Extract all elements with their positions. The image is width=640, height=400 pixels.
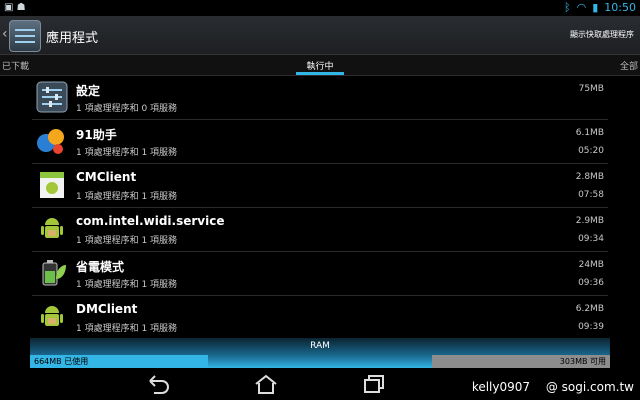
system-tray: ᛒ ◠ ▮ 10:50 [564, 1, 636, 14]
running-apps-list: 設定 1 項處理程序和 0 項服務 75MB 91助手 1 項處理程序和 1 項… [32, 76, 608, 340]
app-name: 設定 [76, 84, 101, 98]
app-uptime: 07:58 [578, 190, 604, 200]
list-item[interactable]: 省電模式 1 項處理程序和 1 項服務 24MB 09:36 [32, 252, 608, 296]
android-icon: ☗ [16, 2, 26, 13]
app-uptime: 09:39 [578, 322, 604, 332]
app-name: CMClient [76, 170, 137, 184]
bluetooth-icon: ᛒ [564, 1, 571, 14]
91-assistant-icon [37, 129, 64, 154]
app-process-info: 1 項處理程序和 1 項服務 [76, 192, 178, 202]
list-item[interactable]: com.intel.widi.service 1 項處理程序和 1 項服務 2.… [32, 208, 608, 252]
list-item[interactable]: 91助手 1 項處理程序和 1 項服務 6.1MB 05:20 [32, 120, 608, 164]
clock: 10:50 [604, 1, 636, 14]
watermark-site: @ sogi.com.tw [545, 380, 634, 394]
page-title: 應用程式 [46, 31, 99, 46]
navigation-bar: kelly0907 @ sogi.com.tw [0, 368, 640, 400]
ram-used-text: 664MB 已使用 [34, 357, 89, 366]
gallery-icon: ▣ [4, 2, 14, 13]
action-bar: ‹ 應用程式 顯示快取處理程序 [0, 16, 640, 55]
watermark-user: kelly0907 [471, 380, 531, 394]
app-uptime: 09:36 [578, 278, 604, 288]
app-memory: 75MB [578, 84, 604, 94]
app-process-info: 1 項處理程序和 1 項服務 [76, 148, 178, 158]
app-uptime: 05:20 [578, 146, 604, 156]
battery-leaf-icon [42, 260, 66, 286]
app-memory: 6.2MB [575, 304, 604, 314]
list-item[interactable]: DMClient 1 項處理程序和 1 項服務 6.2MB 09:39 [32, 296, 608, 340]
tab-bar: 已下載 執行中 全部 [0, 55, 640, 76]
app-process-info: 1 項處理程序和 1 項服務 [76, 324, 178, 334]
ram-usage-panel: RAM 664MB 已使用 303MB 可用 [0, 338, 640, 368]
app-memory: 6.1MB [575, 128, 604, 138]
ram-free-text: 303MB 可用 [559, 357, 606, 366]
android-package-icon [41, 218, 63, 238]
up-chevron-icon[interactable]: ‹ [2, 26, 8, 42]
settings-icon [36, 81, 68, 113]
settings-app-icon[interactable] [9, 20, 41, 52]
tab-running[interactable]: 執行中 [0, 59, 640, 72]
app-process-info: 1 項處理程序和 1 項服務 [76, 236, 178, 246]
notification-icons: ▣ ☗ [4, 2, 26, 13]
app-name: DMClient [76, 302, 138, 316]
show-cached-processes-button[interactable]: 顯示快取處理程序 [570, 29, 634, 40]
android-package-icon [41, 306, 63, 326]
list-item[interactable]: CMClient 1 項處理程序和 1 項服務 2.8MB 07:58 [32, 164, 608, 208]
recent-apps-icon[interactable] [360, 373, 388, 395]
app-process-info: 1 項處理程序和 0 項服務 [76, 104, 178, 114]
app-name: 91助手 [76, 128, 117, 142]
app-name: com.intel.widi.service [76, 214, 225, 228]
app-process-info: 1 項處理程序和 1 項服務 [76, 280, 178, 290]
app-name: 省電模式 [76, 260, 125, 274]
app-uptime: 09:34 [578, 234, 604, 244]
tab-all[interactable]: 全部 [620, 59, 638, 72]
list-item[interactable]: 設定 1 項處理程序和 0 項服務 75MB [32, 76, 608, 120]
battery-icon: ▮ [592, 1, 599, 14]
ram-label: RAM [310, 341, 330, 351]
cmclient-icon [40, 172, 64, 198]
back-icon[interactable] [144, 373, 172, 395]
watermark: kelly0907 @ sogi.com.tw [460, 380, 634, 394]
status-bar: ▣ ☗ ᛒ ◠ ▮ 10:50 [0, 0, 640, 16]
active-tab-indicator [296, 72, 344, 75]
app-memory: 2.9MB [575, 216, 604, 226]
home-icon[interactable] [252, 373, 280, 395]
wifi-icon: ◠ [576, 1, 587, 14]
app-memory: 2.8MB [575, 172, 604, 182]
app-memory: 24MB [578, 260, 604, 270]
